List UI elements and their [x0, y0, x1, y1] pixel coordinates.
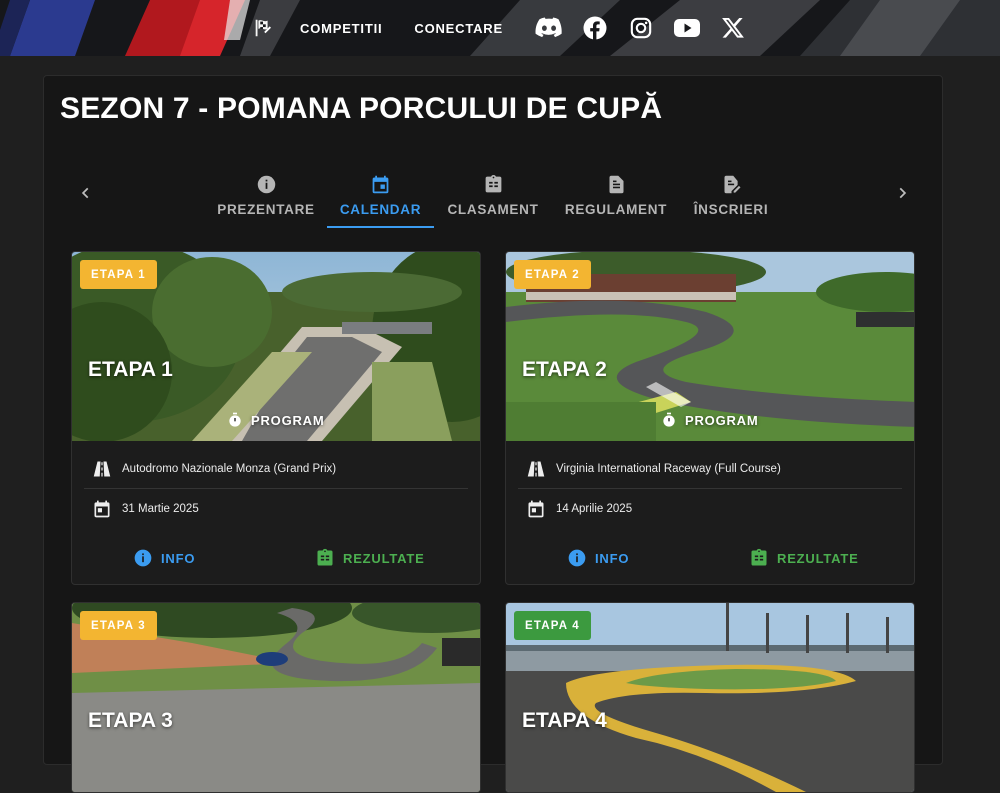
info-icon	[255, 173, 277, 195]
event-date: 31 Martie 2025	[122, 502, 199, 515]
info-icon	[134, 549, 152, 567]
stage-title: ETAPA 4	[522, 709, 607, 732]
stage-badge: ETAPA 3	[80, 611, 157, 640]
card-actions: INFO REZULTATE	[72, 534, 480, 584]
tab-label: PREZENTARE	[217, 202, 315, 217]
stage-card: ETAPA 2 ETAPA 2 PROGRAM Virginia Interna…	[505, 251, 915, 585]
stage-title: ETAPA 1	[88, 358, 173, 381]
tab-inscrieri[interactable]: ÎNSCRIERI	[690, 168, 772, 228]
x-icon[interactable]	[719, 15, 747, 41]
document-icon	[605, 173, 627, 195]
tab-clasament[interactable]: CLASAMENT	[447, 168, 539, 228]
stage-card: ETAPA 4 ETAPA 4	[505, 602, 915, 793]
tabs-scroll-left-button[interactable]	[74, 178, 98, 208]
program-label: PROGRAM	[685, 412, 759, 428]
discord-icon[interactable]	[535, 15, 563, 41]
tab-label: CLASAMENT	[447, 202, 539, 217]
stopwatch-icon	[229, 412, 241, 427]
facebook-icon[interactable]	[581, 15, 609, 41]
nav-link-conectare[interactable]: CONECTARE	[414, 21, 503, 36]
tabs-scroll-right-button[interactable]	[890, 178, 914, 208]
date-row: 14 Aprilie 2025	[518, 489, 902, 528]
chevron-right-icon	[899, 187, 907, 199]
page-title: SEZON 7 - POMANA PORCULUI DE CUPĂ	[60, 92, 663, 125]
road-icon	[92, 459, 112, 479]
clipboard-icon	[482, 173, 504, 195]
program-button[interactable]: PROGRAM	[227, 412, 325, 428]
road-icon	[526, 459, 546, 479]
tab-regulament[interactable]: REGULAMENT	[564, 168, 668, 228]
instagram-icon[interactable]	[627, 15, 655, 41]
edit-document-icon	[720, 173, 742, 195]
chevron-left-icon	[81, 187, 89, 199]
nav-link-competitii[interactable]: COMPETITII	[300, 21, 382, 36]
season-tabs: PREZENTARE CALENDAR CLASAMENT REGULAMENT	[44, 168, 944, 228]
stage-track-image[interactable]: ETAPA 1 ETAPA 1 PROGRAM	[72, 252, 480, 441]
program-button[interactable]: PROGRAM	[661, 412, 759, 428]
tab-calendar[interactable]: CALENDAR	[327, 168, 434, 228]
results-button[interactable]: REZULTATE	[315, 548, 425, 568]
info-icon	[568, 549, 586, 567]
tab-label: REGULAMENT	[564, 202, 668, 217]
youtube-icon[interactable]	[673, 15, 701, 41]
stage-track-image[interactable]: ETAPA 4 ETAPA 4	[506, 603, 914, 792]
results-label: REZULTATE	[343, 550, 425, 566]
calendar-icon	[92, 499, 112, 519]
track-row: Virginia International Raceway (Full Cou…	[518, 450, 902, 489]
stage-badge: ETAPA 2	[514, 260, 591, 289]
top-navbar: COMPETITII CONECTARE	[0, 0, 1000, 56]
tab-prezentare[interactable]: PREZENTARE	[217, 168, 315, 228]
program-label: PROGRAM	[251, 412, 325, 428]
stage-card: ETAPA 1 ETAPA 1 PROGRAM Autodromo Nazion…	[71, 251, 481, 585]
stage-title: ETAPA 3	[88, 709, 173, 732]
info-label: INFO	[161, 550, 196, 566]
card-actions: INFO REZULTATE	[506, 534, 914, 584]
results-button[interactable]: REZULTATE	[749, 548, 859, 568]
stage-badge: ETAPA 1	[80, 260, 157, 289]
tab-label: CALENDAR	[339, 202, 422, 217]
active-tab-indicator	[327, 226, 434, 228]
date-row: 31 Martie 2025	[84, 489, 468, 528]
info-button[interactable]: INFO	[567, 548, 629, 568]
tab-label: ÎNSCRIERI	[693, 202, 769, 217]
calendar-icon	[370, 173, 392, 195]
clipboard-icon	[317, 548, 333, 566]
stage-track-image[interactable]: ETAPA 3 ETAPA 3	[72, 603, 480, 792]
stage-badge: ETAPA 4	[514, 611, 591, 640]
info-button[interactable]: INFO	[133, 548, 195, 568]
results-label: REZULTATE	[777, 550, 859, 566]
info-label: INFO	[595, 550, 630, 566]
calendar-icon	[526, 499, 546, 519]
season-panel: SEZON 7 - POMANA PORCULUI DE CUPĂ PREZEN…	[43, 75, 944, 793]
track-row: Autodromo Nazionale Monza (Grand Prix)	[84, 450, 468, 489]
stage-card: ETAPA 3 ETAPA 3	[71, 602, 481, 793]
stage-track-image[interactable]: ETAPA 2 ETAPA 2 PROGRAM	[506, 252, 914, 441]
main-nav: COMPETITII CONECTARE	[252, 0, 765, 56]
stopwatch-icon	[663, 412, 675, 427]
checkered-flag-icon[interactable]	[252, 17, 274, 39]
clipboard-icon	[751, 548, 767, 566]
track-name: Virginia International Raceway (Full Cou…	[556, 463, 781, 475]
event-date: 14 Aprilie 2025	[556, 502, 633, 515]
stage-title: ETAPA 2	[522, 358, 607, 381]
track-name: Autodromo Nazionale Monza (Grand Prix)	[122, 463, 337, 475]
